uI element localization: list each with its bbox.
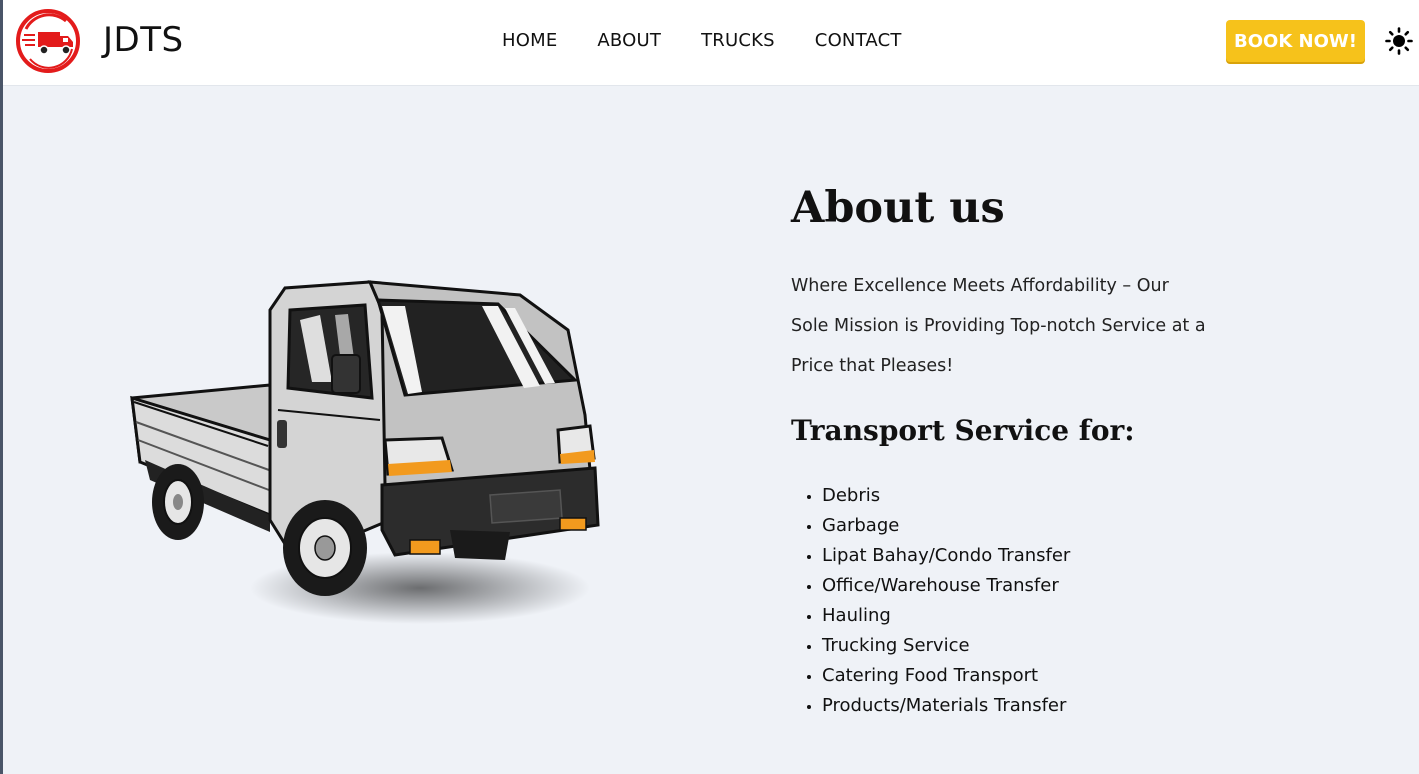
service-item: Catering Food Transport — [822, 661, 1231, 691]
about-title: About us — [791, 183, 1005, 233]
about-tagline: Where Excellence Meets Affordability – O… — [791, 276, 1206, 376]
service-item: Office/Warehouse Transfer — [822, 571, 1231, 601]
service-item: Garbage — [822, 511, 1231, 541]
service-item: Trucking Service — [822, 631, 1231, 661]
nav-home[interactable]: HOME — [502, 30, 557, 51]
truck-logo-icon[interactable] — [16, 9, 80, 73]
brand-name[interactable]: JDTS — [103, 20, 184, 60]
service-item: Hauling — [822, 601, 1231, 631]
about-section: About us Where Excellence Meets Affordab… — [791, 180, 1231, 721]
book-now-button[interactable]: BOOK NOW! — [1226, 20, 1365, 62]
nav-contact[interactable]: CONTACT — [815, 30, 902, 51]
window-edge — [0, 0, 3, 774]
nav-trucks[interactable]: TRUCKS — [701, 30, 775, 51]
main-nav: HOME ABOUT TRUCKS CONTACT — [502, 30, 902, 51]
services-heading: Transport Service for: — [791, 414, 1135, 447]
service-item: Debris — [822, 481, 1231, 511]
nav-about[interactable]: ABOUT — [597, 30, 661, 51]
sun-icon[interactable] — [1385, 27, 1413, 55]
site-header: JDTS HOME ABOUT TRUCKS CONTACT BOOK NOW! — [3, 0, 1419, 86]
service-item: Products/Materials Transfer — [822, 691, 1231, 721]
truck-illustration — [130, 280, 600, 624]
services-list: Debris Garbage Lipat Bahay/Condo Transfe… — [791, 481, 1231, 721]
service-item: Lipat Bahay/Condo Transfer — [822, 541, 1231, 571]
